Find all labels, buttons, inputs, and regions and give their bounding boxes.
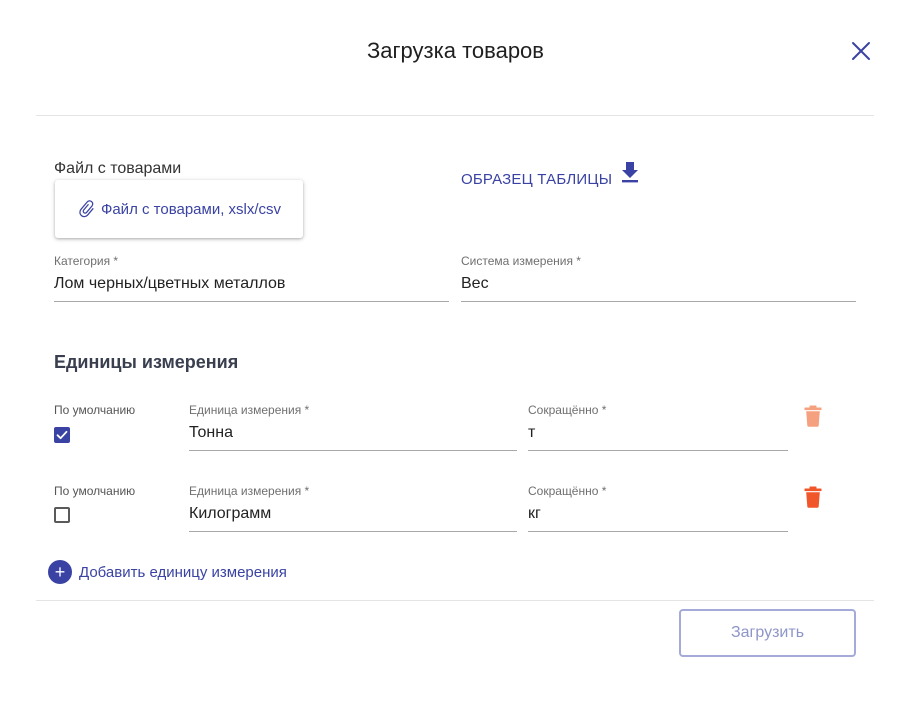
category-label: Категория * [54,254,119,268]
checkmark-icon [56,430,68,440]
default-label: По умолчанию [54,403,136,417]
plus-icon: + [48,560,72,584]
unit-short-field[interactable]: Сокращённо * т [528,403,788,451]
unit-name-label: Единица измерения * [189,484,310,498]
unit-name-label: Единица измерения * [189,403,310,417]
close-icon [852,42,870,60]
trash-icon [804,405,822,427]
close-button[interactable] [846,36,876,66]
unit-name-field[interactable]: Единица измерения * Тонна [189,403,517,451]
unit-short-input[interactable]: кг [528,505,788,532]
sample-table-link[interactable]: ОБРАЗЕЦ ТАБЛИЦЫ [461,160,640,188]
default-label: По умолчанию [54,484,136,498]
measure-system-field[interactable]: Система измерения * Вес [461,254,856,302]
add-unit-label: Добавить единицу измерения [79,563,287,581]
download-icon [622,162,639,183]
unit-name-field[interactable]: Единица измерения * Килограмм [189,484,517,532]
unit-short-input[interactable]: т [528,424,788,451]
default-checkbox[interactable] [54,507,70,523]
file-label: Файл с товарами [54,160,182,177]
delete-unit-button[interactable] [803,405,823,427]
header-divider [36,115,874,116]
upload-products-dialog: Загрузка товаров Файл с товарами Файл с … [0,0,911,725]
measure-system-value[interactable]: Вес [461,275,856,302]
measure-system-label: Система измерения * [461,254,581,268]
trash-icon [804,486,822,508]
unit-name-input[interactable]: Килограмм [189,505,517,532]
add-unit-button[interactable]: + Добавить единицу измерения [48,560,287,584]
dialog-title: Загрузка товаров [367,38,544,63]
units-section-title: Единицы измерения [54,352,239,372]
unit-short-label: Сокращённо * [528,403,607,417]
delete-unit-button[interactable] [803,486,823,508]
paperclip-icon [79,200,94,218]
footer-divider [36,600,874,601]
unit-short-field[interactable]: Сокращённо * кг [528,484,788,532]
upload-button[interactable]: Загрузить [679,609,856,657]
sample-table-label: ОБРАЗЕЦ ТАБЛИЦЫ [461,171,613,188]
category-field[interactable]: Категория * Лом черных/цветных металлов [54,254,449,302]
default-checkbox[interactable] [54,427,70,443]
unit-name-input[interactable]: Тонна [189,424,517,451]
choose-file-button[interactable]: Файл с товарами, xslx/csv [55,180,303,238]
category-value[interactable]: Лом черных/цветных металлов [54,275,449,302]
unit-short-label: Сокращённо * [528,484,607,498]
choose-file-button-label: Файл с товарами, xslx/csv [100,200,282,218]
